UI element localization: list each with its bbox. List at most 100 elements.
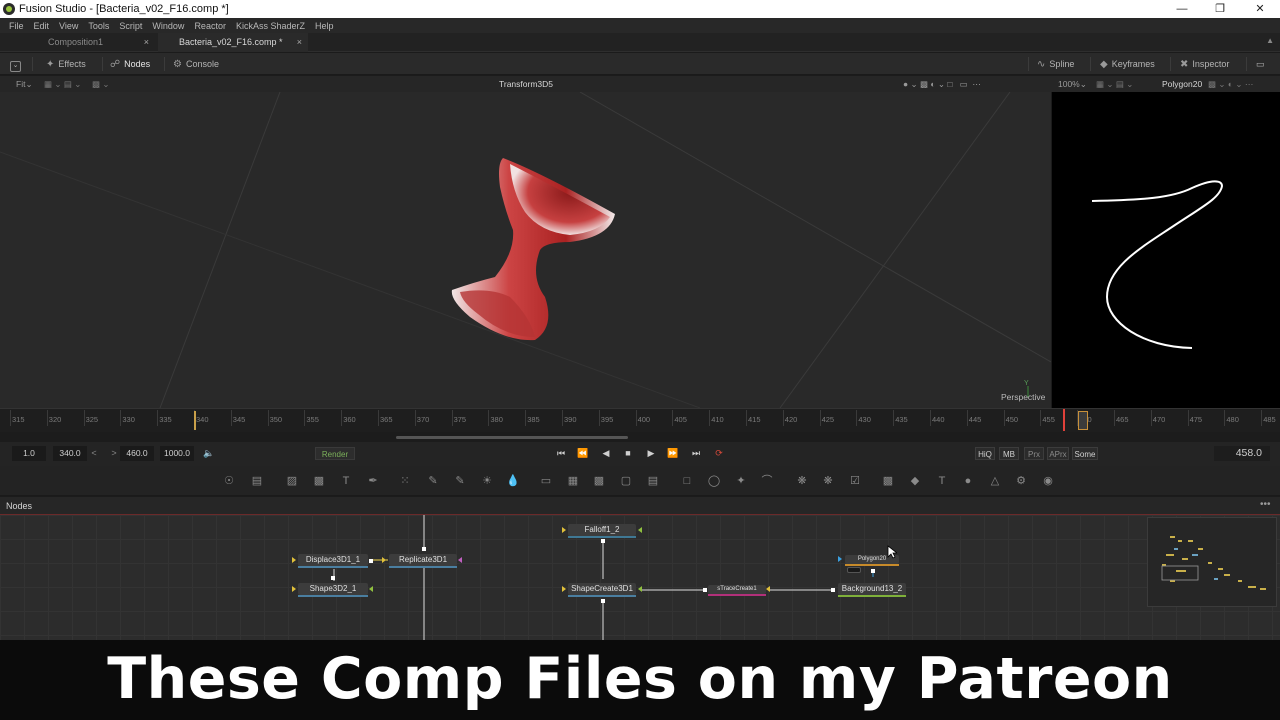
node-input-arrow[interactable] — [292, 586, 296, 592]
effects-button[interactable]: ✦ Effects — [46, 53, 86, 75]
viewer-3d-left[interactable]: Y Perspective — [0, 92, 1051, 408]
node-input-arrow[interactable] — [766, 586, 770, 592]
spline-button[interactable]: ∿ Spline — [1037, 53, 1074, 75]
planar-tracker-icon[interactable]: ❋ — [821, 474, 835, 488]
node-output-square[interactable] — [601, 539, 605, 543]
inspector-button[interactable]: ✖ Inspector — [1180, 53, 1229, 75]
nodes-panel-menu-icon[interactable]: ••• — [1260, 497, 1271, 513]
brightness-tool-icon[interactable]: ☀ — [480, 474, 494, 488]
time-ruler[interactable]: 315 320 325 330 335 340 345 350 355 360 365 370 375 3… — [0, 408, 1280, 432]
node-background13[interactable]: Background13_2 — [838, 583, 906, 597]
audio-speaker-icon[interactable]: 🔈 — [202, 446, 216, 461]
particles-tool-icon[interactable]: ⁙ — [398, 474, 412, 488]
mask-tool-icon[interactable]: ▩ — [592, 474, 606, 488]
node-falloff[interactable]: Falloff1_2 — [568, 524, 636, 538]
node-input-arrow[interactable] — [838, 556, 842, 562]
step-back-chevron-icon[interactable]: < — [89, 446, 99, 461]
nodes-button[interactable]: ☍ Nodes — [110, 53, 150, 75]
node-input-arrow[interactable] — [382, 557, 386, 563]
text3d-t-icon[interactable]: T — [935, 474, 949, 488]
channel-booleans-icon[interactable]: ▦ — [566, 474, 580, 488]
motion-blur-toggle[interactable]: MB — [999, 447, 1019, 460]
resize-tool-icon[interactable]: ▢ — [619, 474, 633, 488]
background-tool-icon[interactable]: ☉ — [222, 474, 236, 488]
menu-view[interactable]: View — [59, 21, 78, 31]
menu-tools[interactable]: Tools — [88, 21, 109, 31]
fast-forward-icon[interactable]: ⏩ — [666, 446, 680, 461]
node-output-square[interactable] — [601, 599, 605, 603]
text3d-tool-icon[interactable]: ◆ — [908, 474, 922, 488]
play-icon[interactable]: ▶ — [644, 446, 658, 461]
node-input-arrow[interactable] — [638, 586, 642, 592]
viewer-left-roi-icons[interactable]: ● ⌄ ▩ ◐ ⌄ □ ▭ ⋯ — [903, 76, 981, 92]
node-shape3d[interactable]: Shape3D2_1 — [298, 583, 368, 597]
render-range-start-marker[interactable] — [194, 411, 196, 430]
matte-tool-icon[interactable]: ▭ — [539, 474, 553, 488]
maximize-icon[interactable]: ❐ — [1200, 0, 1240, 18]
menu-reactor[interactable]: Reactor — [194, 21, 226, 31]
hiq-toggle[interactable]: HiQ — [975, 447, 995, 460]
node-input-arrow[interactable] — [562, 527, 566, 533]
menu-file[interactable]: File — [9, 21, 24, 31]
tab-bacteria-comp[interactable]: Bacteria_v02_F16.comp * × — [158, 33, 308, 52]
node-output-square[interactable] — [703, 588, 707, 592]
fullscreen-icon[interactable]: ▭ — [1256, 53, 1265, 75]
rectangle-mask-icon[interactable]: □ — [680, 474, 694, 488]
light3d-tool-icon[interactable]: ⚙ — [1014, 474, 1028, 488]
camera-tracker-icon[interactable]: ☑ — [848, 474, 862, 488]
blur-tool-icon[interactable]: ✎ — [426, 474, 440, 488]
node-replicate3d[interactable]: Replicate3D1 — [389, 554, 457, 568]
render-button[interactable]: Render — [315, 447, 355, 460]
playhead-marker[interactable] — [1063, 409, 1065, 431]
close-tab-icon[interactable]: × — [297, 33, 302, 52]
node-input-arrow[interactable] — [638, 527, 642, 533]
console-button[interactable]: ⚙ Console — [173, 53, 219, 75]
viewer-left-options-icon[interactable]: ▦ ⌄ ▤ ⌄ — [44, 76, 81, 92]
timeline-scrollbar[interactable] — [0, 432, 1280, 442]
close-tab-icon[interactable]: × — [144, 33, 149, 52]
timeline-scroll-thumb[interactable] — [396, 436, 628, 439]
render-end-field[interactable]: 460.0 — [120, 446, 154, 461]
polygon-mask-input-icon[interactable] — [847, 567, 861, 573]
stop-icon[interactable]: ■ — [621, 446, 635, 461]
node-input-arrow[interactable] — [458, 557, 462, 563]
node-output-square[interactable] — [871, 569, 875, 573]
play-reverse-icon[interactable]: ◀ — [599, 446, 613, 461]
go-to-start-icon[interactable]: ⏮ — [554, 446, 568, 461]
text-tool-icon[interactable]: T — [339, 474, 353, 488]
ellipse-mask-icon[interactable]: ◯ — [707, 474, 721, 488]
tracker-tool-icon[interactable]: ❋ — [795, 474, 809, 488]
tab-menu-chevron-icon[interactable]: ▲ — [1266, 36, 1274, 45]
menu-edit[interactable]: Edit — [34, 21, 50, 31]
keyframes-button[interactable]: ◆ Keyframes — [1100, 53, 1155, 75]
minimize-icon[interactable]: — — [1162, 0, 1202, 18]
shape3d-tool-icon[interactable]: ▩ — [881, 474, 895, 488]
loader-tool-icon[interactable]: ▤ — [250, 474, 264, 488]
menu-script[interactable]: Script — [119, 21, 142, 31]
transform-tool-icon[interactable]: ▤ — [646, 474, 660, 488]
bspline-mask-icon[interactable]: ⌒ — [760, 474, 774, 488]
drop-tool-icon[interactable]: 💧 — [506, 474, 520, 488]
polygon-mask-icon[interactable]: ✦ — [734, 474, 748, 488]
viewer-2d-right[interactable] — [1052, 92, 1280, 408]
fit-zoom-select[interactable]: Fit⌄ — [16, 76, 33, 92]
viewer-left-lut-icon[interactable]: ▩ ⌄ — [92, 76, 110, 92]
panel-toggle-chevron-icon[interactable]: ⌄ — [10, 53, 24, 75]
saver-tool-icon[interactable]: ▩ — [312, 474, 326, 488]
viewer-right-zoom-select[interactable]: 100%⌄ — [1058, 76, 1087, 92]
node-shapecreate3d[interactable]: ShapeCreate3D1 — [568, 583, 636, 597]
node-output-square[interactable] — [331, 576, 335, 580]
viewer-right-extra-icons[interactable]: ▩ ⌄ ◐ ⌄ ⋯ — [1208, 76, 1253, 92]
menu-kickass-shaderz[interactable]: KickAss ShaderZ — [236, 21, 305, 31]
node-output-square[interactable] — [831, 588, 835, 592]
paint-tool-icon[interactable]: ✒ — [366, 474, 380, 488]
merge3d-tool-icon[interactable]: △ — [988, 474, 1002, 488]
close-icon[interactable]: ✕ — [1240, 0, 1280, 18]
step-forward-chevron-icon[interactable]: > — [109, 446, 119, 461]
global-start-field[interactable]: 1.0 — [12, 446, 46, 461]
menu-window[interactable]: Window — [152, 21, 184, 31]
node-input-arrow[interactable] — [562, 586, 566, 592]
go-to-end-icon[interactable]: ⏭ — [689, 446, 703, 461]
color-corrector-tool-icon[interactable]: ✎ — [453, 474, 467, 488]
node-stracecreate[interactable]: sTraceCreate1 — [708, 585, 766, 596]
